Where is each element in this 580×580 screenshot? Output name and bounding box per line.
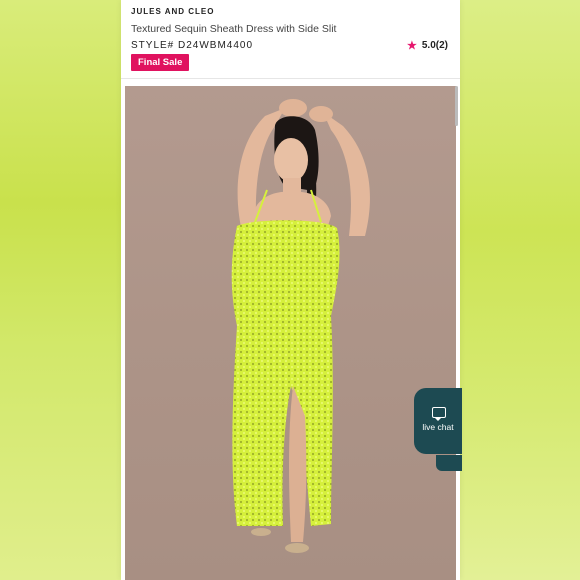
star-icon: ★ [407, 40, 417, 52]
product-title: Textured Sequin Sheath Dress with Side S… [131, 23, 337, 35]
divider [121, 78, 460, 79]
final-sale-badge: Final Sale [131, 54, 190, 71]
background-right [460, 0, 580, 580]
product-photo[interactable] [125, 86, 456, 580]
live-chat-label: live chat [422, 422, 454, 432]
rating-value: 5.0(2) [421, 40, 448, 51]
product-card: JULES AND CLEO Textured Sequin Sheath Dr… [121, 0, 460, 580]
brand-name[interactable]: JULES AND CLEO [131, 7, 215, 16]
live-chat-button[interactable]: live chat [414, 388, 462, 454]
chat-bubble-icon [432, 407, 446, 421]
live-chat-tab[interactable] [436, 455, 462, 471]
model-illustration [231, 99, 370, 553]
style-number: STYLE# D24WBM4400 [131, 40, 254, 51]
rating[interactable]: ★ 5.0(2) [407, 39, 448, 52]
scrollbar[interactable] [455, 86, 458, 126]
background-left [0, 0, 122, 580]
